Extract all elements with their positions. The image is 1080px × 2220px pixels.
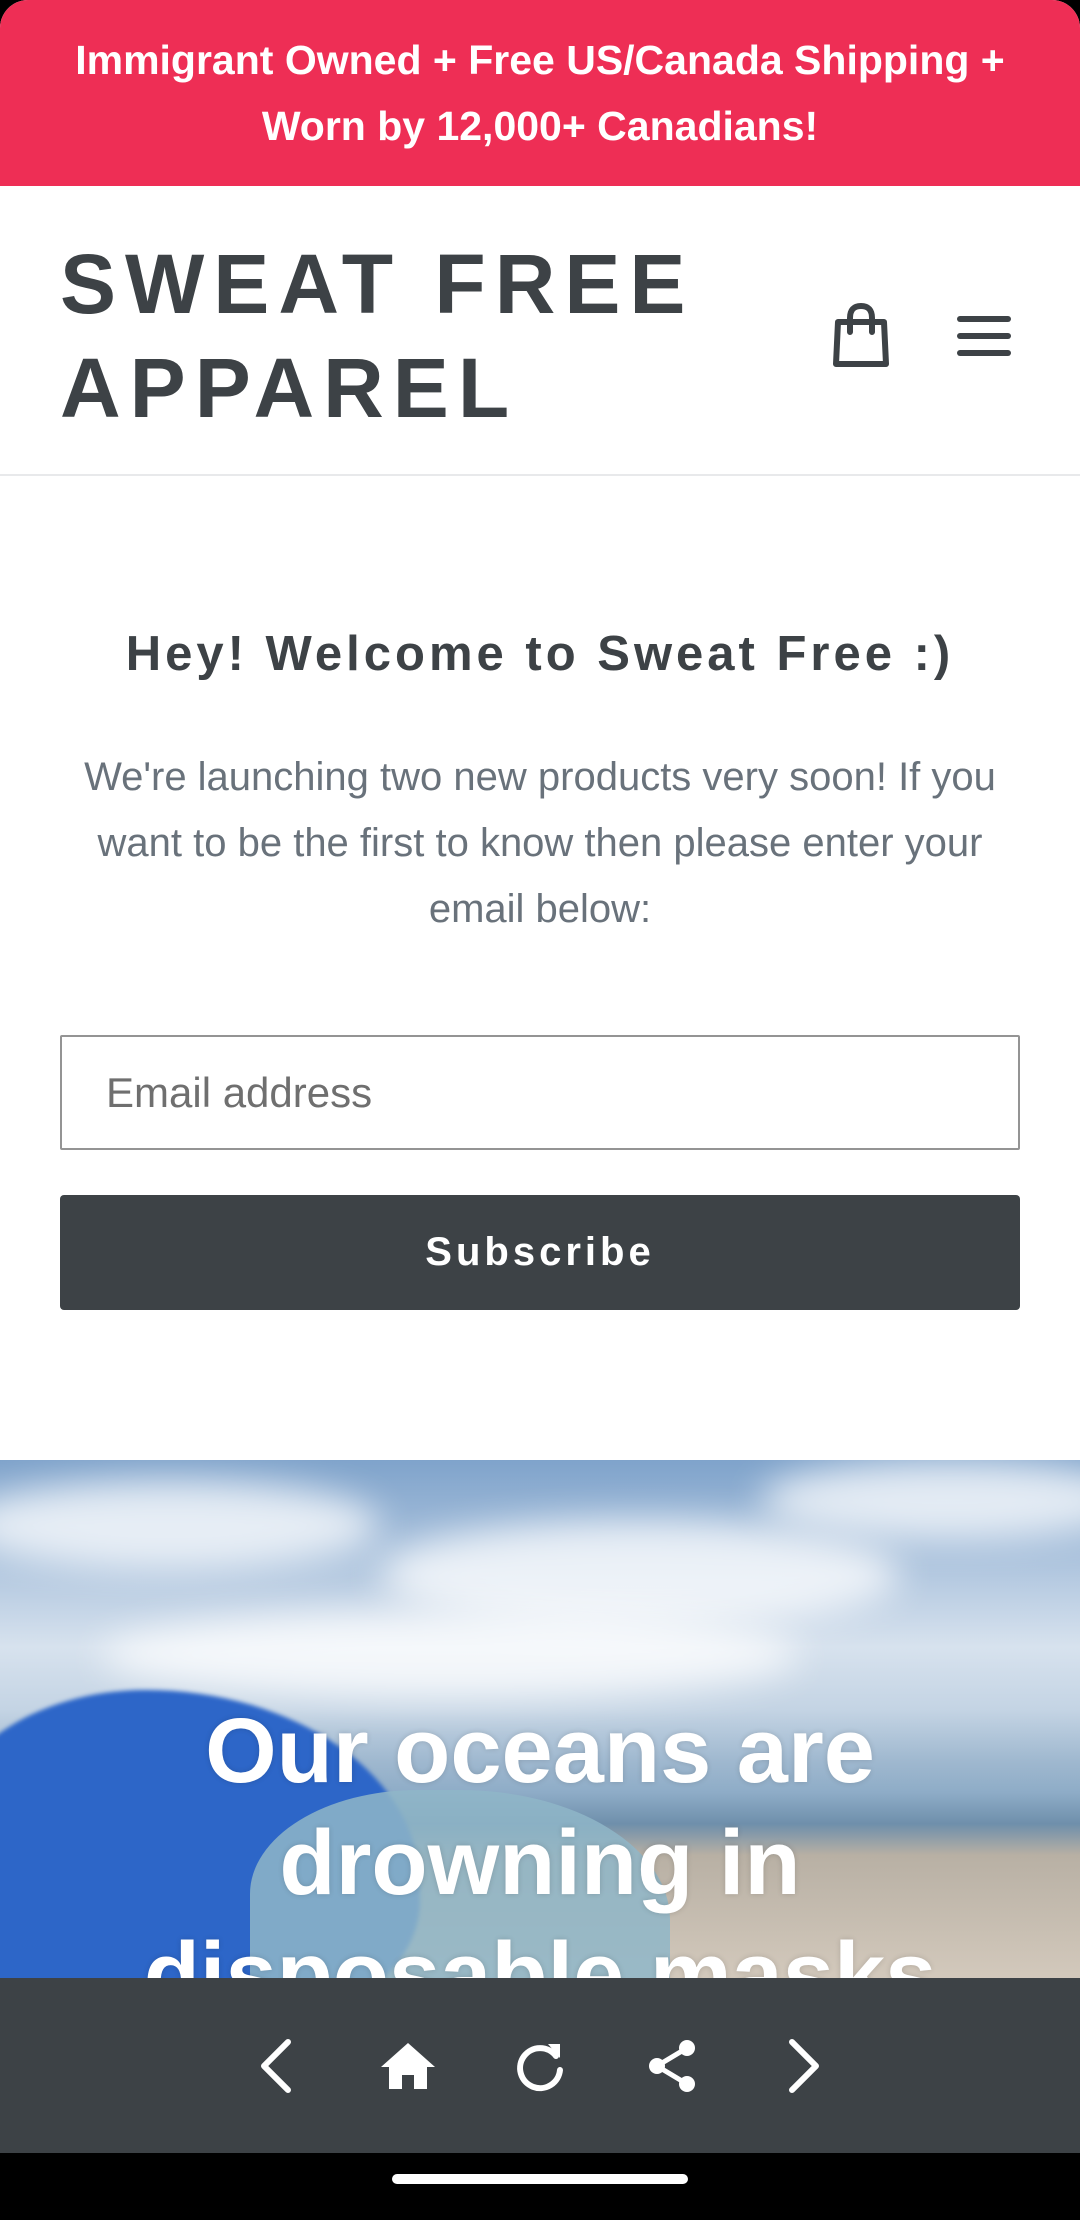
subscribe-button[interactable]: Subscribe [60,1195,1020,1310]
email-field[interactable] [60,1035,1020,1150]
hero-cloud [100,1610,800,1700]
home-indicator[interactable] [392,2174,688,2184]
system-gesture-area [0,2153,1080,2220]
newsletter-description: We're launching two new products very so… [84,755,996,931]
hero-title: Our oceans are drowning in disposable ma… [143,1700,937,1980]
app-screen: Immigrant Owned + Free US/Canada Shippin… [0,0,1080,2220]
store-logo[interactable]: SWEAT FREE APPAREL [60,232,694,440]
announcement-text: Immigrant Owned + Free US/Canada Shippin… [75,37,1005,149]
hero-banner: Our oceans are drowning in disposable ma… [0,1460,1080,1980]
browser-bottom-bar [0,1978,1080,2153]
chevron-right-icon[interactable] [773,2035,835,2097]
shopping-bag-icon[interactable] [830,302,892,368]
newsletter-section: Hey! Welcome to Sweat Free :) We're laun… [0,476,1080,1460]
logo-line-2: APPAREL [60,341,519,435]
hamburger-menu-icon[interactable] [955,312,1015,360]
announcement-bar: Immigrant Owned + Free US/Canada Shippin… [0,0,1080,186]
hero-cloud [760,1460,1080,1540]
hero-cloud [0,1480,380,1570]
site-header: SWEAT FREE APPAREL [0,186,1080,476]
logo-line-1: SWEAT FREE [60,237,695,331]
home-icon[interactable] [377,2035,439,2097]
share-icon[interactable] [641,2035,703,2097]
chevron-left-icon[interactable] [245,2035,307,2097]
newsletter-title: Hey! Welcome to Sweat Free :) [125,627,955,681]
refresh-icon[interactable] [509,2035,571,2097]
